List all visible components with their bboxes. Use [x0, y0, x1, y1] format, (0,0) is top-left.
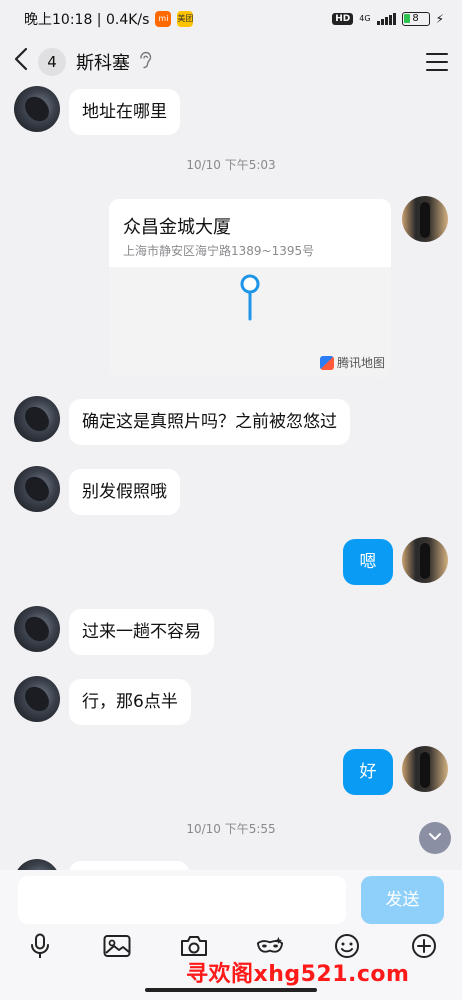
- map-brand-label: 腾讯地图: [336, 356, 385, 370]
- message-bubble[interactable]: 行，那6点半: [69, 679, 191, 725]
- status-bar: 晚上10:18 | 0.4K/s mi 美团 HD 4G 8 ⚡: [0, 0, 462, 38]
- image-icon[interactable]: [103, 932, 131, 960]
- send-button[interactable]: 发送: [361, 876, 444, 924]
- message-list[interactable]: 地址在哪里 10/10 下午5:03 众昌金城大厦 上海市静安区海宁路1389~…: [0, 86, 462, 870]
- chat-header: 4 斯科塞: [0, 38, 462, 86]
- meituan-icon: 美团: [177, 11, 194, 27]
- tencent-map-icon: [319, 355, 334, 370]
- contact-avatar[interactable]: [14, 466, 60, 512]
- unread-count-badge[interactable]: 4: [38, 48, 66, 76]
- self-avatar[interactable]: [402, 537, 448, 583]
- signal-icon: [376, 13, 396, 25]
- location-name: 众昌金城大厦: [123, 217, 231, 238]
- message-bubble[interactable]: [69, 861, 189, 870]
- map-brand: 腾讯地图: [319, 354, 385, 371]
- contact-avatar[interactable]: [14, 396, 60, 442]
- chevron-down-icon: [429, 833, 441, 840]
- charging-icon: ⚡: [435, 12, 444, 26]
- message-bubble[interactable]: 别发假照哦: [69, 469, 180, 515]
- message-timestamp: 10/10 下午5:03: [186, 158, 276, 172]
- map-pin-icon: [240, 274, 260, 321]
- back-icon[interactable]: [14, 47, 36, 78]
- contact-avatar[interactable]: [14, 86, 60, 132]
- self-avatar[interactable]: [402, 196, 448, 242]
- message-input[interactable]: [18, 876, 346, 924]
- message-bubble[interactable]: 地址在哪里: [69, 89, 180, 135]
- ear-icon: [138, 51, 152, 73]
- xiaomi-icon: mi: [155, 11, 172, 27]
- watermark: 寻欢阁xhg521.com: [186, 962, 410, 987]
- microphone-icon[interactable]: [26, 932, 54, 960]
- home-indicator[interactable]: [145, 988, 317, 992]
- message-bubble[interactable]: 好: [343, 749, 393, 795]
- contact-avatar[interactable]: [14, 859, 60, 870]
- message-bubble[interactable]: 过来一趟不容易: [69, 609, 214, 655]
- message-bubble[interactable]: 嗯: [343, 539, 393, 585]
- battery-icon: 8: [401, 12, 430, 26]
- scroll-to-bottom-button[interactable]: [419, 822, 451, 854]
- chat-title: 斯科塞: [76, 53, 130, 74]
- message-bubble[interactable]: 确定这是真照片吗？之前被忽悠过: [69, 399, 350, 445]
- contact-avatar[interactable]: [14, 676, 60, 722]
- location-address: 上海市静安区海宁路1389~1395号: [123, 244, 315, 258]
- hd-icon: HD: [332, 13, 354, 25]
- self-avatar[interactable]: [402, 746, 448, 792]
- network-type: 4G: [359, 14, 371, 23]
- contact-avatar[interactable]: [14, 606, 60, 652]
- status-time: 晚上10:18 | 0.4K/s: [24, 12, 150, 28]
- message-timestamp: 10/10 下午5:55: [186, 822, 276, 836]
- map-preview: 腾讯地图: [109, 267, 391, 377]
- menu-icon[interactable]: [426, 53, 448, 71]
- plus-icon[interactable]: [410, 932, 438, 960]
- location-card[interactable]: 众昌金城大厦 上海市静安区海宁路1389~1395号 腾讯地图: [109, 199, 391, 377]
